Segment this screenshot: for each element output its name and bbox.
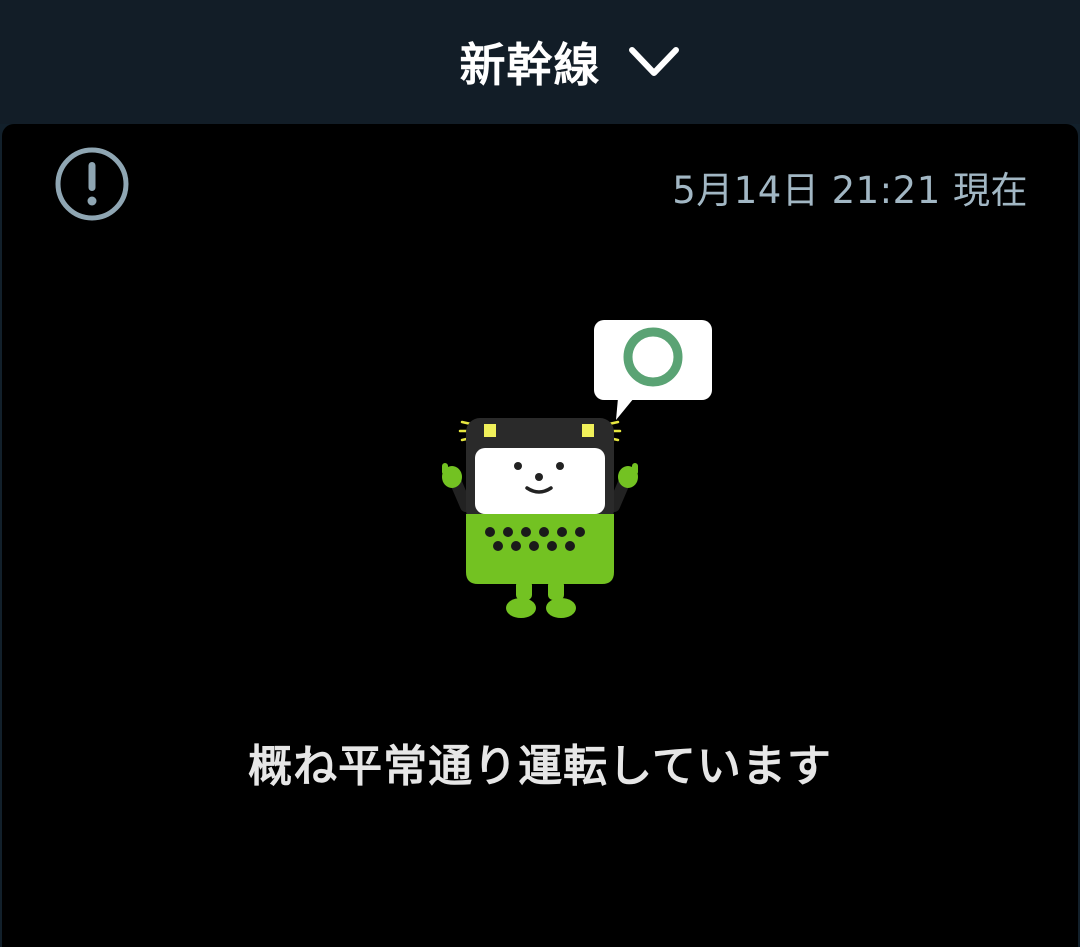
speech-bubble <box>594 320 712 420</box>
exclamation-circle-icon[interactable] <box>54 146 130 222</box>
update-timestamp: 5月14日 21:21 現在 <box>672 169 1028 212</box>
mascot-feet <box>506 580 576 618</box>
chevron-down-icon <box>628 47 679 76</box>
line-title: 新幹線 <box>459 38 601 92</box>
mascot-illustration <box>442 320 712 618</box>
mascot-body <box>466 514 614 584</box>
line-selector[interactable]: 新幹線 <box>460 29 681 95</box>
mascot-face <box>475 448 605 514</box>
operation-status-message: 概ね平常通り運転しています <box>248 741 832 792</box>
top-header: 新幹線 <box>0 0 1080 124</box>
